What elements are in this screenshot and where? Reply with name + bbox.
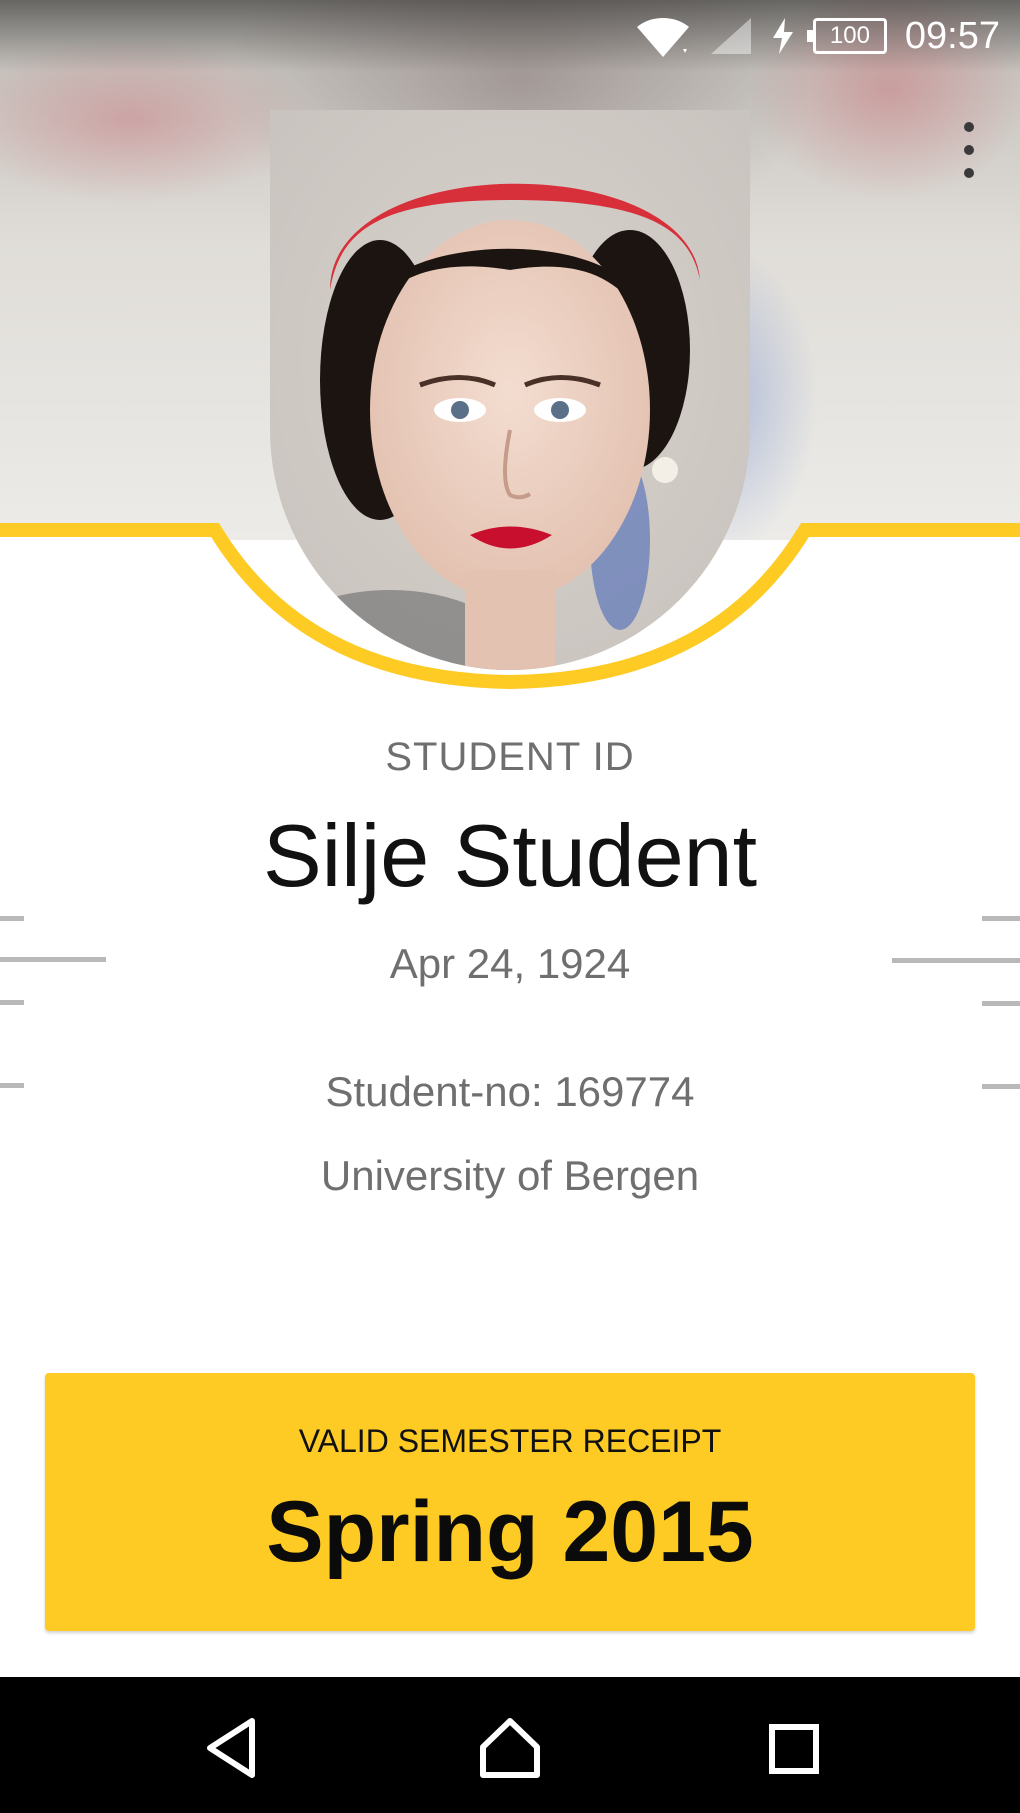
recents-icon[interactable]	[758, 1713, 828, 1783]
status-icons: 100 09:57	[635, 12, 1000, 60]
decor-line	[0, 1000, 24, 1005]
battery-level: 100	[829, 22, 870, 49]
navigation-bar	[0, 1677, 1020, 1813]
overflow-dot	[964, 145, 974, 155]
student-name: Silje Student	[262, 806, 758, 905]
wifi-icon	[636, 18, 689, 57]
back-icon[interactable]	[198, 1713, 268, 1783]
birth-date: Apr 24, 1924	[389, 940, 631, 987]
decor-line	[982, 916, 1020, 921]
clock: 09:57	[904, 14, 1000, 57]
decor-line	[0, 1083, 24, 1088]
card-label: STUDENT ID	[385, 735, 635, 779]
header-photo-area: 100 09:57	[0, 0, 1020, 700]
student-number: Student-no: 169774	[325, 1068, 695, 1115]
status-bar: 100 09:57	[0, 0, 1020, 72]
student-portrait	[270, 110, 750, 670]
charging-icon	[772, 18, 793, 54]
signal-icon	[710, 18, 751, 54]
overflow-dot	[964, 168, 974, 178]
overflow-dot	[964, 122, 974, 132]
semester-receipt: VALID SEMESTER RECEIPT Spring 2015	[45, 1373, 975, 1631]
home-icon[interactable]	[475, 1713, 545, 1783]
decor-line	[982, 1001, 1020, 1006]
receipt-label: VALID SEMESTER RECEIPT	[298, 1423, 722, 1459]
receipt-term: Spring 2015	[266, 1484, 754, 1580]
battery-icon: 100	[806, 18, 887, 54]
university-name: University of Bergen	[320, 1152, 700, 1199]
decor-line	[0, 957, 106, 962]
decor-line	[982, 1084, 1020, 1089]
decor-line	[892, 958, 1020, 963]
decor-line	[0, 916, 24, 921]
overflow-menu-icon[interactable]	[954, 122, 984, 178]
